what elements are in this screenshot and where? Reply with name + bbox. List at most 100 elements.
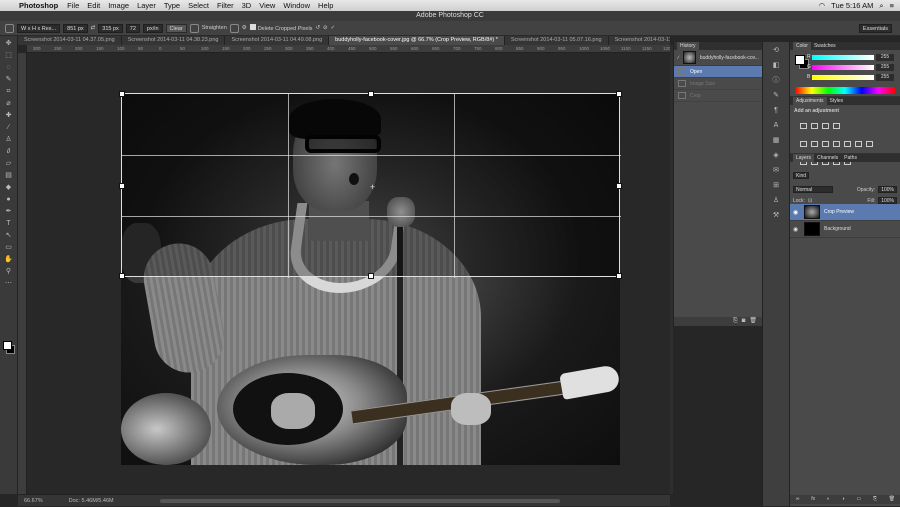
path-select-tool-icon[interactable]: ↖ xyxy=(3,231,15,240)
tab-buddyholly-active[interactable]: buddyholly-facebook-cover.jpg @ 66.7% (C… xyxy=(329,36,505,45)
crop-handle-right[interactable] xyxy=(616,183,622,189)
folder-icon[interactable]: ▭ xyxy=(856,495,861,504)
ratio-select[interactable]: W x H x Res... xyxy=(17,23,61,33)
properties-panel-icon[interactable]: ◧ xyxy=(771,61,781,70)
curves-icon[interactable] xyxy=(822,123,829,129)
channel-mixer-icon[interactable] xyxy=(855,141,862,147)
menu-window[interactable]: Window xyxy=(279,0,314,11)
color-spectrum[interactable] xyxy=(795,87,895,94)
stamp-tool-icon[interactable]: ♙ xyxy=(3,135,15,144)
straighten-icon[interactable] xyxy=(189,23,199,33)
navigator-panel-icon[interactable]: ⊞ xyxy=(771,181,781,190)
more-tools-icon[interactable]: ⋯ xyxy=(3,279,15,288)
apple-menu-icon[interactable] xyxy=(0,0,14,11)
healing-tool-icon[interactable]: ✚ xyxy=(3,111,15,120)
doc-size[interactable]: Doc: 5.46M/5.46M xyxy=(69,495,114,506)
ruler-vertical[interactable] xyxy=(18,53,27,494)
fill-field[interactable]: 100% xyxy=(878,197,897,204)
history-item-crop[interactable]: Crop xyxy=(674,90,762,102)
menu-3d[interactable]: 3D xyxy=(238,0,256,11)
menu-app-name[interactable]: Photoshop xyxy=(14,0,63,11)
move-tool-icon[interactable]: ✥ xyxy=(3,39,15,48)
crop-handle-top-left[interactable] xyxy=(119,91,125,97)
tab-screenshot-4[interactable]: Screenshot 2014-03-11 05.07.16.png xyxy=(505,36,609,45)
new-document-icon[interactable]: ⎘ xyxy=(733,317,738,326)
height-field[interactable]: 315 px xyxy=(98,23,123,33)
menu-select[interactable]: Select xyxy=(184,0,213,11)
ruler-horizontal[interactable]: 300 250 200 150 100 50 0 50 100 150 200 250 300 350 40… xyxy=(27,45,673,53)
brush-source-icon[interactable]: ∕ xyxy=(678,55,679,61)
blend-mode-select[interactable]: Normal xyxy=(793,186,833,193)
menu-edit[interactable]: Edit xyxy=(83,0,104,11)
crop-box[interactable]: + xyxy=(119,91,622,279)
tab-swatches[interactable]: Swatches xyxy=(811,42,839,50)
tab-history[interactable]: History xyxy=(677,42,699,50)
black-white-icon[interactable] xyxy=(833,141,840,147)
trash-icon[interactable]: 🗑 xyxy=(889,495,895,504)
commit-icon[interactable]: ✓ xyxy=(331,25,336,31)
horizontal-scrollbar[interactable] xyxy=(159,499,560,503)
pen-tool-icon[interactable]: ✒ xyxy=(3,207,15,216)
eye-icon[interactable]: ◉ xyxy=(793,226,800,233)
list-icon[interactable]: ≡ xyxy=(890,0,894,11)
notes-panel-icon[interactable]: ✉ xyxy=(771,166,781,175)
brush-tool-icon[interactable]: ∕ xyxy=(3,123,15,132)
history-item-image-size[interactable]: Image Size xyxy=(674,78,762,90)
camera-icon[interactable]: ◙ xyxy=(742,317,746,326)
history-brush-tool-icon[interactable]: ∂ xyxy=(3,147,15,156)
menu-layer[interactable]: Layer xyxy=(133,0,160,11)
foreground-swatch[interactable] xyxy=(795,55,805,65)
quick-select-tool-icon[interactable]: ✎ xyxy=(3,75,15,84)
layer-kind-select[interactable]: Kind xyxy=(793,172,810,179)
red-slider[interactable] xyxy=(812,55,874,60)
crop-handle-left[interactable] xyxy=(119,183,125,189)
crop-handle-top-right[interactable] xyxy=(616,91,622,97)
cancel-icon[interactable]: ⊘ xyxy=(323,25,328,31)
hue-saturation-icon[interactable] xyxy=(811,141,818,147)
tool-preset-panel-icon[interactable]: ⚒ xyxy=(771,211,781,220)
gear-icon[interactable]: ⚙ xyxy=(242,25,247,31)
exposure-icon[interactable] xyxy=(833,123,840,129)
menu-image[interactable]: Image xyxy=(104,0,133,11)
menu-type[interactable]: Type xyxy=(160,0,184,11)
dodge-tool-icon[interactable]: ● xyxy=(3,195,15,204)
history-snapshot[interactable]: ∕ buddyholly-facebook-cov... xyxy=(674,50,762,66)
tab-screenshot-5[interactable]: Screenshot 2014-03-11 05... xyxy=(609,36,670,45)
layer-background[interactable]: ◉ Background xyxy=(790,221,900,238)
zoom-tool-icon[interactable]: ⚲ xyxy=(3,267,15,276)
clear-button[interactable]: Clear xyxy=(165,23,187,33)
clock-text[interactable]: Tue 5:16 AM xyxy=(831,0,873,11)
new-layer-icon[interactable]: ⎘ xyxy=(873,495,877,504)
overlay-options-icon[interactable] xyxy=(229,23,239,33)
red-value[interactable]: 255 xyxy=(876,54,894,61)
menu-filter[interactable]: Filter xyxy=(213,0,238,11)
opacity-field[interactable]: 100% xyxy=(878,186,897,193)
tab-screenshot-3[interactable]: Screenshot 2014-03-11 04.49.08.png xyxy=(225,36,330,45)
swap-icon[interactable]: ⇄ xyxy=(91,25,96,31)
crop-tool-preset-icon[interactable] xyxy=(5,23,14,33)
history-item-open[interactable]: Open xyxy=(674,66,762,78)
levels-icon[interactable] xyxy=(811,123,818,129)
crop-handle-bottom[interactable] xyxy=(368,273,374,279)
tab-color[interactable]: Color xyxy=(793,42,811,50)
mask-icon[interactable]: ◐ xyxy=(827,495,830,504)
gradient-tool-icon[interactable]: ▤ xyxy=(3,171,15,180)
color-lookup-icon[interactable] xyxy=(866,141,873,147)
tab-channels[interactable]: Channels xyxy=(814,154,841,162)
shape-tool-icon[interactable]: ▭ xyxy=(3,243,15,252)
green-value[interactable]: 255 xyxy=(876,64,894,71)
clone-panel-icon[interactable]: ♙ xyxy=(771,196,781,205)
crop-handle-bottom-right[interactable] xyxy=(616,273,622,279)
paragraph-panel-icon[interactable]: ¶ xyxy=(771,106,781,115)
adjustment-layer-icon[interactable]: ◑ xyxy=(842,495,845,504)
tab-screenshot-1[interactable]: Screenshot 2014-03-11 04.37.05.png xyxy=(18,36,122,45)
canvas-area[interactable]: + xyxy=(27,53,670,494)
spotlight-icon[interactable]: ⌕ xyxy=(879,0,883,11)
workspace-select[interactable]: Essentials xyxy=(858,23,892,33)
delete-cropped-checkbox[interactable]: Delete Cropped Pixels xyxy=(249,24,312,32)
tab-paths[interactable]: Paths xyxy=(841,154,860,162)
layer-crop-preview[interactable]: ◉ Crop Preview xyxy=(790,204,900,221)
tab-screenshot-2[interactable]: Screenshot 2014-03-11 04.38.23.png xyxy=(122,36,226,45)
trash-icon[interactable]: 🗑 xyxy=(749,317,757,326)
straighten-label[interactable]: Straighten xyxy=(202,25,227,31)
